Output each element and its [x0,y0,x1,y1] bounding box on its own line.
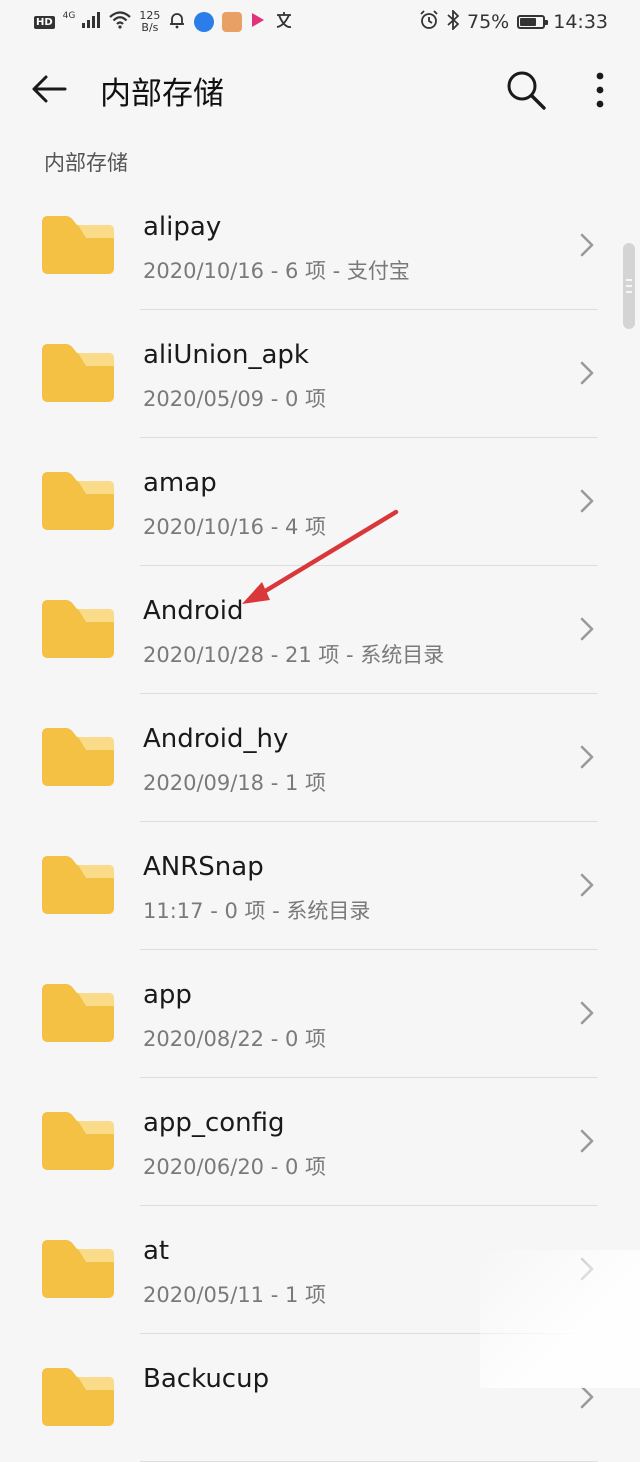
breadcrumb[interactable]: 内部存储 [44,147,128,177]
file-name: app_config [143,1108,285,1138]
chevron-right-icon [580,873,594,897]
network-type-label: 4G [62,11,76,21]
status-bar: HD 4G 125 B/s 75% 14:33 [0,0,640,44]
folder-icon [42,1112,114,1170]
file-name: aliUnion_apk [143,340,309,370]
scrollbar-grip-line [626,279,632,281]
file-meta: 2020/06/20 - 0 项 [143,1155,327,1179]
folder-icon [42,728,114,786]
back-arrow-icon [32,75,67,103]
file-name: alipay [143,212,222,242]
chevron-right-icon [580,617,594,641]
file-name: Android [143,596,244,626]
battery-percent: 75% [467,11,510,33]
battery-level-fill [520,18,537,26]
folder-icon [42,216,114,274]
folder-icon [42,472,114,530]
corner-fade [480,1250,640,1388]
file-row[interactable]: aliUnion_apk 2020/05/09 - 0 项 [0,310,640,438]
status-bar-left: HD 4G 125 B/s [34,10,294,35]
wifi-icon [109,10,132,34]
folder-icon [42,344,114,402]
file-name: Backucup [143,1364,270,1394]
file-name: amap [143,468,217,498]
folder-icon [42,856,114,914]
chevron-right-icon [580,233,594,257]
file-row[interactable]: Android_hy 2020/09/18 - 1 项 [0,694,640,822]
file-row[interactable]: amap 2020/10/16 - 4 项 [0,438,640,566]
chevron-right-icon [580,1001,594,1025]
file-row[interactable]: ANRSnap 11:17 - 0 项 - 系统目录 [0,822,640,950]
back-button[interactable] [26,66,72,112]
folder-icon [42,1368,114,1426]
file-meta: 2020/10/16 - 6 项 - 支付宝 [143,259,410,283]
app-bar: 内部存储 [0,44,640,134]
scrollbar-grip-line [626,285,632,287]
file-meta: 2020/10/28 - 21 项 - 系统目录 [143,643,445,667]
file-name: Android_hy [143,724,289,754]
bluetooth-icon [447,8,460,35]
file-meta: 11:17 - 0 项 - 系统目录 [143,899,371,923]
hd-badge: HD [34,15,55,29]
file-meta: 2020/05/09 - 0 项 [143,387,327,411]
file-name: ANRSnap [143,852,264,882]
file-row[interactable]: app_config 2020/06/20 - 0 项 [0,1078,640,1206]
scrollbar-thumb[interactable] [623,243,635,329]
file-name: at [143,1236,170,1266]
browser-app-icon [194,12,215,32]
scrollbar-grip-line [626,291,632,293]
file-meta: 2020/09/18 - 1 项 [143,771,327,795]
alarm-icon [419,9,439,35]
page-title: 内部存储 [100,76,224,112]
clock-time: 14:33 [553,11,608,33]
battery-icon [517,15,549,29]
chevron-right-icon [580,361,594,385]
signal-icon: 4G [63,11,102,33]
notification-bell-icon [168,11,186,34]
folder-icon [42,600,114,658]
chevron-right-icon [580,745,594,769]
status-bar-right: 75% 14:33 [419,8,608,35]
file-name: app [143,980,192,1010]
chevron-right-icon [580,489,594,513]
file-meta: 2020/05/11 - 1 项 [143,1283,327,1307]
chevron-right-icon [580,1129,594,1153]
more-vertical-icon [596,72,604,108]
file-row[interactable]: app 2020/08/22 - 0 项 [0,950,640,1078]
file-meta: 2020/10/16 - 4 项 [143,515,327,539]
network-speed-unit: B/s [141,21,159,34]
file-row[interactable]: Android 2020/10/28 - 21 项 - 系统目录 [0,566,640,694]
translate-app-icon [274,10,294,35]
network-speed: 125 B/s [139,10,160,34]
search-button[interactable] [500,64,552,116]
more-options-button[interactable] [582,64,618,116]
file-meta: 2020/08/22 - 0 项 [143,1027,327,1051]
file-row[interactable]: alipay 2020/10/16 - 6 项 - 支付宝 [0,182,640,310]
search-icon [507,71,546,110]
folder-icon [42,984,114,1042]
folder-icon [42,1240,114,1298]
video-app-icon [250,11,266,34]
game-app-icon [222,12,243,32]
